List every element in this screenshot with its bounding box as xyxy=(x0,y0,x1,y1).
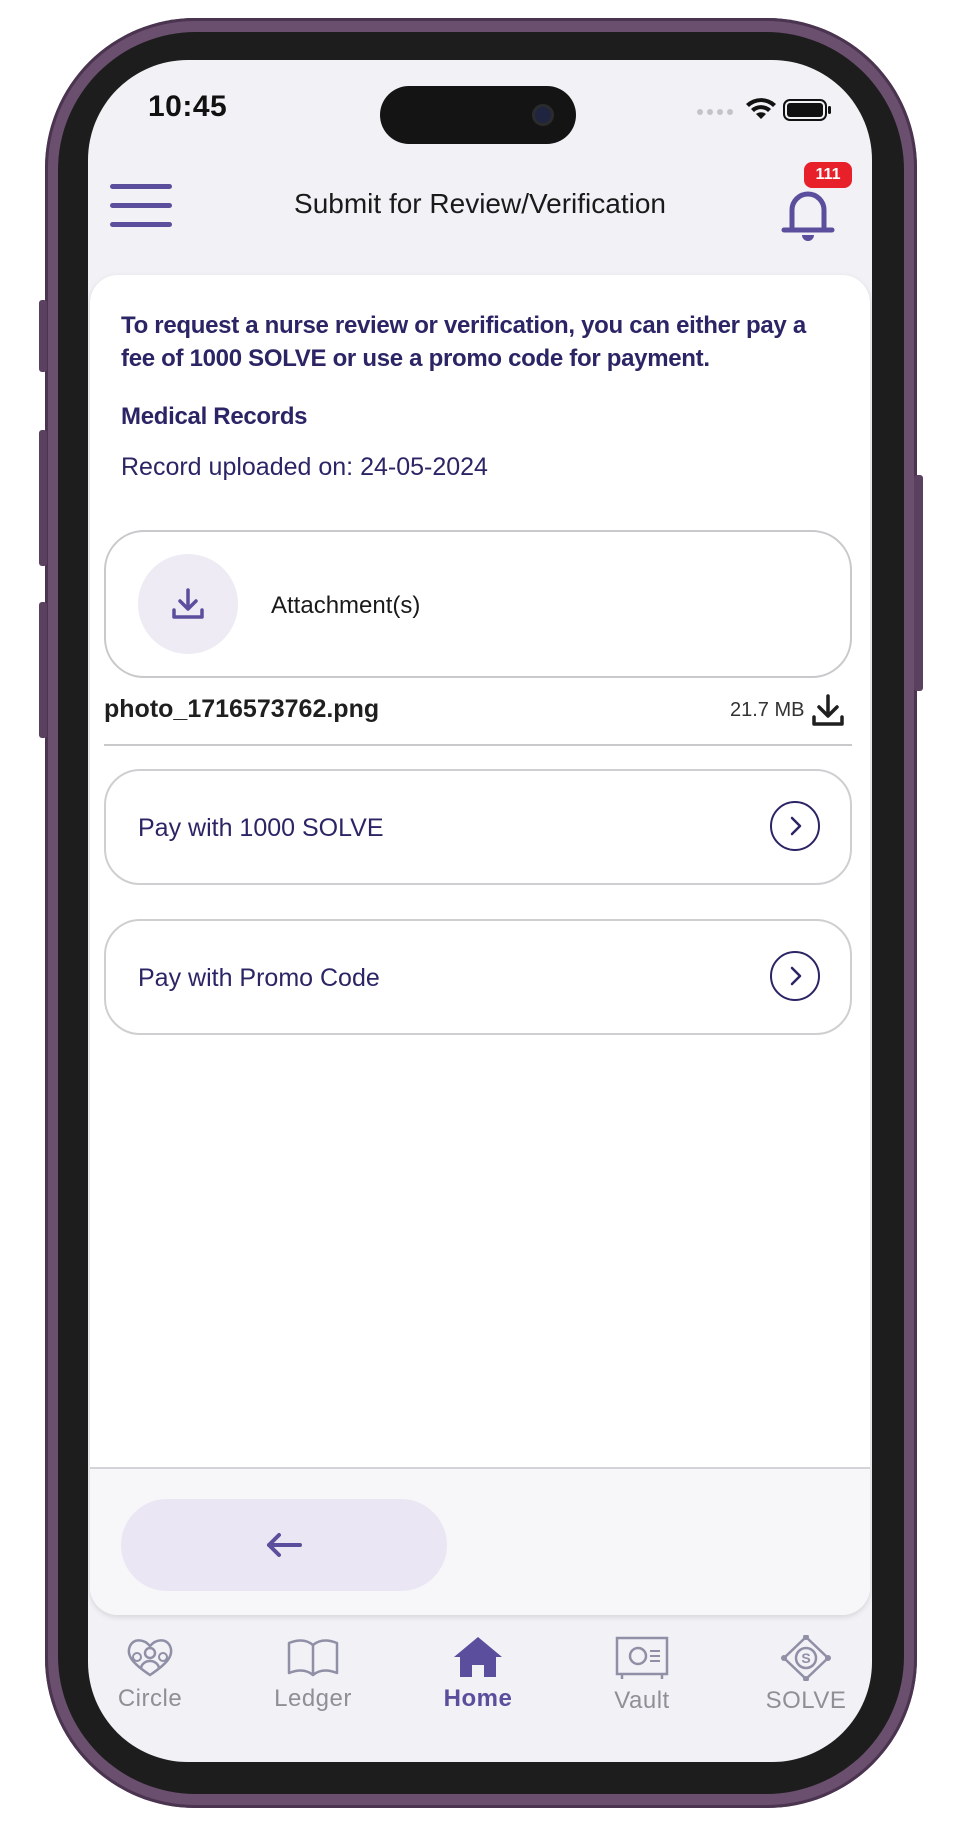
tab-circle[interactable]: Circle xyxy=(88,1635,220,1745)
section-title: Medical Records xyxy=(121,403,308,430)
notifications-button[interactable] xyxy=(778,178,838,248)
file-download-button[interactable] xyxy=(808,690,848,730)
download-icon xyxy=(172,588,204,619)
cellular-signal-icon xyxy=(697,109,733,115)
tab-bar: Circle Ledger Home Vault S SOLVE xyxy=(88,1635,872,1762)
arrow-left-icon xyxy=(267,1533,302,1557)
page-title: Submit for Review/Verification xyxy=(294,188,666,219)
screen: 10:45 Submit for Review/Verification 111 xyxy=(88,60,872,1762)
chevron-right-icon xyxy=(770,951,820,1001)
tab-solve[interactable]: S SOLVE xyxy=(736,1635,872,1745)
card-footer xyxy=(90,1469,870,1615)
attachments-label: Attachment(s) xyxy=(271,592,421,619)
divider xyxy=(104,744,852,746)
file-name: photo_1716573762.png xyxy=(104,695,380,723)
circle-people-icon xyxy=(127,1639,173,1677)
intro-text: To request a nurse review or verificatio… xyxy=(121,312,806,372)
volume-down-button xyxy=(39,602,47,738)
camera-icon xyxy=(532,104,554,126)
power-button xyxy=(914,475,923,691)
pay-with-solve-button[interactable]: Pay with 1000 SOLVE xyxy=(104,769,852,885)
back-button[interactable] xyxy=(121,1499,447,1591)
svg-text:S: S xyxy=(801,1650,810,1666)
tab-ledger-label: Ledger xyxy=(274,1685,352,1712)
vault-icon xyxy=(615,1636,669,1679)
review-card: To request a nurse review or verificatio… xyxy=(90,275,870,1615)
tab-home-label: Home xyxy=(443,1685,513,1712)
wifi-icon xyxy=(746,98,776,119)
silent-switch xyxy=(39,300,47,372)
attachment-download-button[interactable] xyxy=(138,554,238,654)
bell-icon xyxy=(781,191,835,241)
battery-icon xyxy=(783,99,831,121)
tab-vault-label: Vault xyxy=(614,1687,670,1714)
tab-solve-label: SOLVE xyxy=(765,1687,847,1714)
status-icons xyxy=(697,98,831,121)
notification-badge: 111 xyxy=(804,162,852,188)
dynamic-island xyxy=(380,86,576,144)
attachments-box[interactable]: Attachment(s) xyxy=(104,530,852,678)
chevron-right-icon xyxy=(770,801,820,851)
home-icon xyxy=(454,1637,502,1677)
volume-up-button xyxy=(39,430,47,566)
tab-ledger[interactable]: Ledger xyxy=(243,1635,383,1745)
book-icon xyxy=(287,1639,339,1677)
pay-with-promo-label: Pay with Promo Code xyxy=(138,964,380,992)
tab-vault[interactable]: Vault xyxy=(572,1635,712,1745)
record-uploaded-date: Record uploaded on: 24-05-2024 xyxy=(121,453,488,481)
tab-home[interactable]: Home xyxy=(408,1635,548,1745)
download-icon xyxy=(812,694,844,726)
pay-with-promo-button[interactable]: Pay with Promo Code xyxy=(104,919,852,1035)
tab-circle-label: Circle xyxy=(117,1685,183,1712)
solve-token-icon: S xyxy=(781,1635,831,1681)
status-time: 10:45 xyxy=(148,90,228,123)
pay-with-solve-label: Pay with 1000 SOLVE xyxy=(138,814,384,842)
file-size: 21.7 MB xyxy=(730,699,805,721)
